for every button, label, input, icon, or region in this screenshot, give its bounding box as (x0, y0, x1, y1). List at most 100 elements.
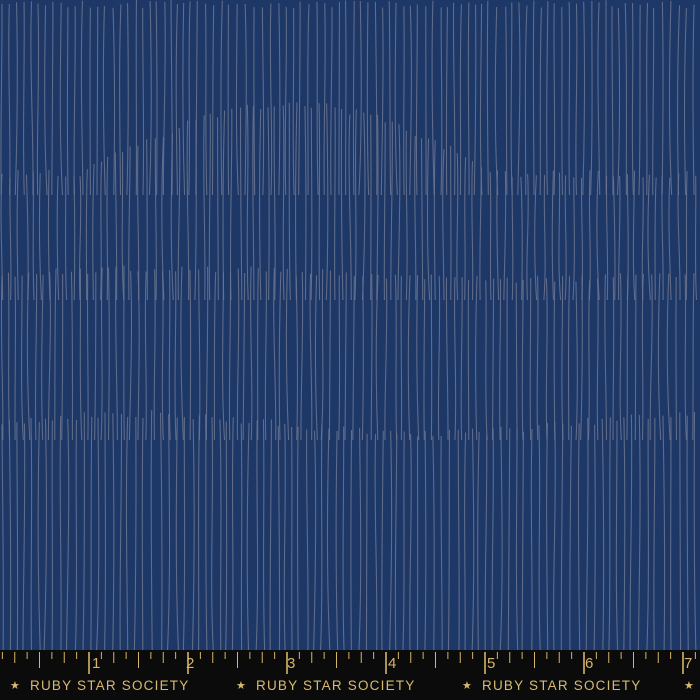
stripe-line (141, 417, 144, 650)
stripe-line (561, 7, 564, 196)
stripe-line (416, 275, 420, 441)
stripe-line (374, 434, 378, 650)
stripe-line (394, 274, 398, 441)
stripe-line (624, 3, 628, 196)
stripe-line (424, 430, 427, 650)
stripe-line (100, 267, 103, 441)
stripe-line (54, 268, 57, 441)
stripe-line (259, 109, 262, 301)
stripe-line (420, 138, 424, 301)
stripe-line (668, 0, 673, 196)
stripe-line (330, 7, 333, 196)
stripe-line (246, 104, 249, 301)
stripe-line (582, 1, 586, 196)
stripe-line (38, 173, 42, 301)
stripe-line (526, 174, 529, 301)
stripe-line (366, 2, 370, 196)
stripe-line (553, 3, 556, 196)
stripe-line (225, 421, 228, 650)
stripe-line (25, 174, 29, 301)
stripe-line (142, 7, 145, 196)
stripe-line (692, 4, 695, 196)
stripe-line (677, 5, 681, 196)
stripe-line (662, 415, 666, 650)
stripe-line (278, 271, 282, 441)
brand-text: RUBY STAR SOCIETY (256, 678, 416, 693)
stripe-line (646, 418, 649, 650)
stripe-line (231, 417, 234, 650)
stripe-line (34, 274, 38, 441)
stripe-line (485, 280, 488, 441)
stripe-line (166, 414, 171, 650)
star-icon: ★ (236, 680, 248, 692)
stripe-line (32, 171, 35, 301)
stripe-line (8, 419, 12, 650)
stripe-line (440, 7, 443, 196)
stripe-line (65, 419, 70, 650)
stripe-line (440, 435, 443, 650)
stripe-line (278, 3, 281, 196)
stripe-line (545, 278, 548, 441)
stripe-line (1, 424, 4, 650)
stripe-line (56, 176, 60, 301)
stripe-line (16, 422, 19, 650)
stripe-line (572, 177, 575, 301)
stripe-line (361, 112, 366, 301)
stripe-line (577, 423, 581, 650)
stripe-line (306, 429, 309, 650)
stripe-line (26, 272, 31, 441)
stripe-line (611, 6, 614, 196)
stripe-line (94, 272, 97, 441)
stripe-line (264, 271, 267, 441)
stripe-line (575, 3, 578, 196)
stripe-line (491, 428, 494, 650)
stripe-line (423, 279, 426, 441)
stripe-line (453, 277, 457, 441)
stripe-line (106, 156, 109, 301)
stripe-line (334, 107, 336, 301)
stripe-line (14, 276, 17, 441)
stripe-line (464, 157, 467, 301)
stripe-line (253, 7, 256, 196)
stripe-line (16, 170, 19, 301)
stripe-line (389, 430, 393, 650)
stripe-line (384, 278, 388, 441)
stripe-line (407, 275, 411, 441)
stripe-line (59, 415, 62, 650)
stripe-line (348, 114, 352, 301)
stripe-line (22, 1, 25, 196)
stripe-line (323, 3, 326, 196)
stripe-line (316, 1, 319, 196)
stripe-line (520, 176, 523, 301)
stripe-line (198, 415, 200, 650)
stripe-line (96, 6, 99, 196)
stripe-line (340, 109, 344, 301)
ruler-number-7: 7 (684, 655, 693, 672)
stripe-line (350, 430, 353, 650)
stripe-line (22, 423, 26, 650)
stripe-line (564, 175, 567, 301)
stripe-line (515, 429, 519, 650)
stripe-line (92, 163, 95, 301)
stripe-line (314, 275, 318, 441)
stripe-line (8, 4, 11, 196)
stripe-line (82, 412, 86, 650)
stripe-line (631, 3, 634, 196)
ruler-number-1: 1 (92, 655, 101, 672)
stripe-line (358, 1, 362, 196)
stripe-line (37, 421, 41, 650)
ruler-number-4: 4 (388, 655, 397, 672)
stripe-line (612, 277, 615, 441)
stripe-line (148, 0, 152, 196)
stripe-line (282, 105, 285, 301)
selvage-ruler: 1 2 3 4 5 6 7 ★ RUBY STAR SOCIETY ★ RUBY… (0, 650, 700, 700)
stripe-line (580, 275, 583, 441)
stripe-line (692, 273, 695, 441)
stripe-line (637, 414, 641, 650)
stripe-line (70, 271, 74, 441)
stripe-line (326, 428, 331, 650)
stripe-line (505, 6, 508, 196)
stripe-line (0, 3, 3, 196)
stripe-line (137, 271, 140, 441)
stripe-line (205, 3, 208, 196)
